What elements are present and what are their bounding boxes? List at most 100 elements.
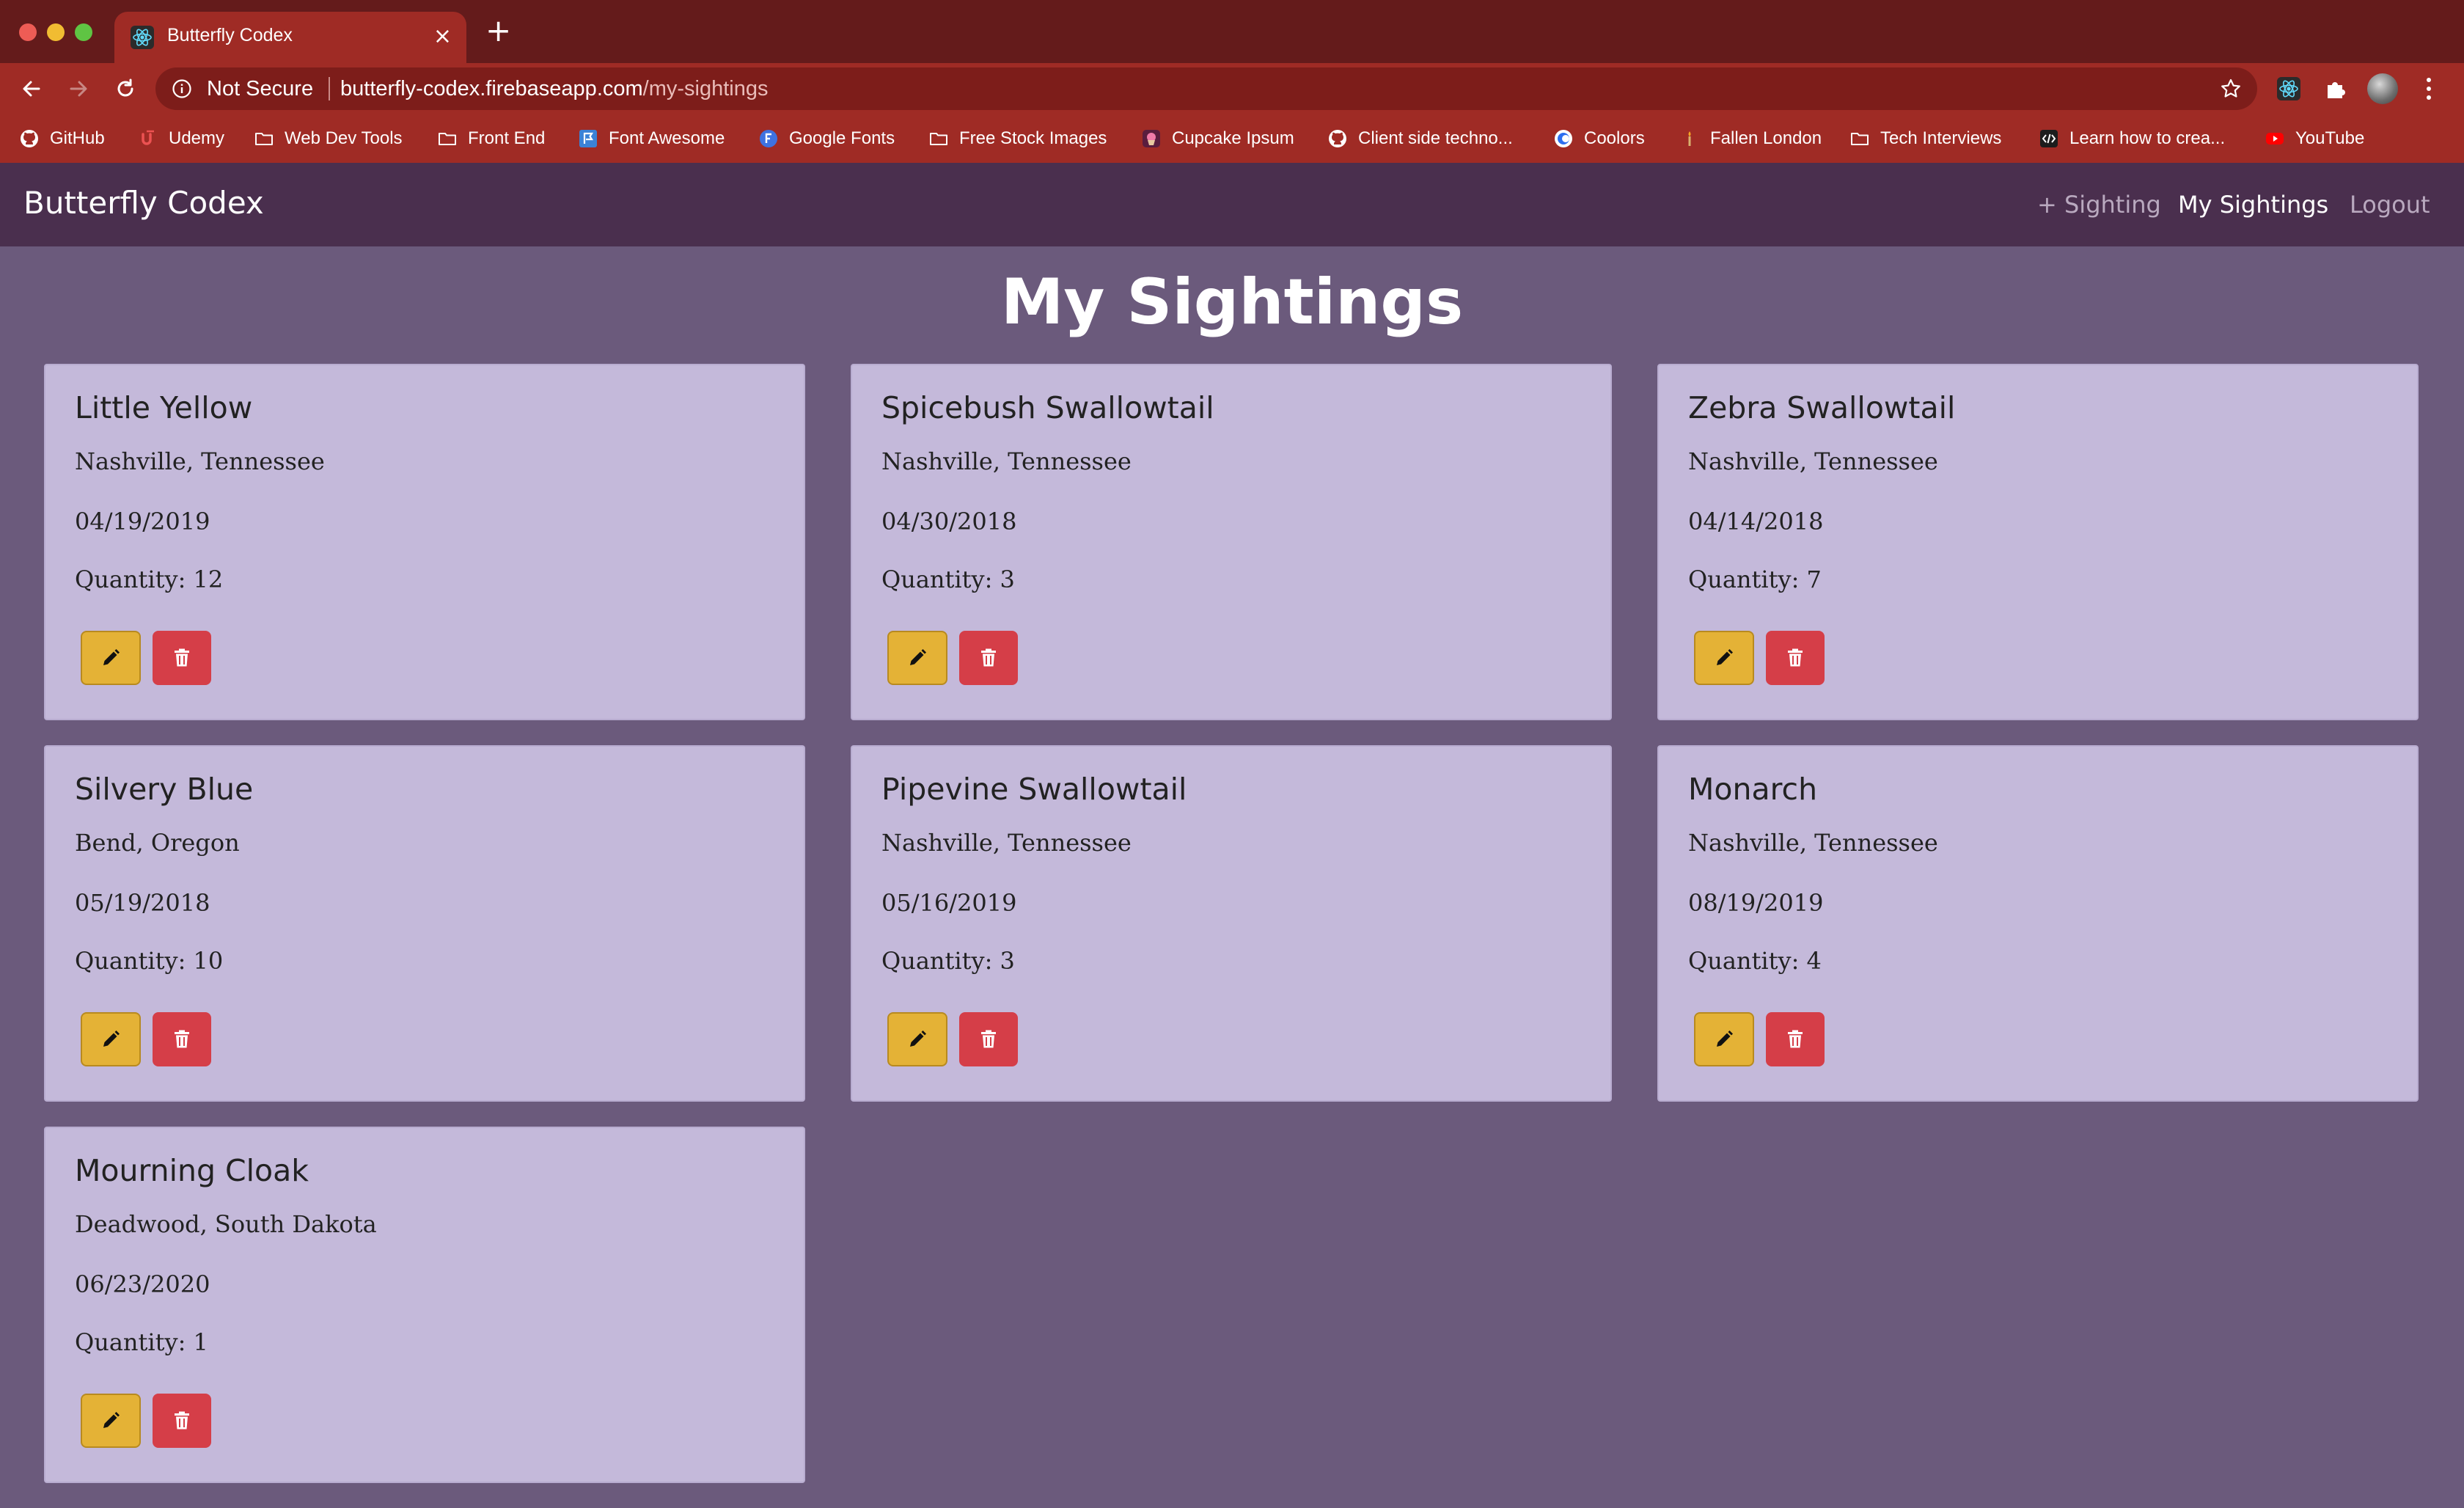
cupcake-icon: [1141, 128, 1162, 149]
app-navbar: Butterfly Codex + Sighting My Sightings …: [0, 163, 2464, 246]
sighting-name: Little Yellow: [75, 390, 253, 425]
trash-icon: [1788, 1030, 1803, 1048]
trash-icon: [981, 648, 996, 667]
my-sightings-link[interactable]: My Sightings: [2178, 191, 2328, 219]
delete-sighting-button[interactable]: [1766, 631, 1825, 685]
bookmark-label: Cupcake Ipsum: [1172, 128, 1294, 148]
profile-avatar[interactable]: [2367, 73, 2398, 104]
pencil-icon: [910, 1031, 926, 1047]
bookmark-udemy[interactable]: Udemy: [138, 125, 224, 153]
edit-sighting-button[interactable]: [81, 1012, 141, 1066]
browser-toolbar: Not Secure butterfly-codex.firebaseapp.c…: [0, 63, 2464, 114]
forward-arrow-icon[interactable]: [62, 72, 95, 106]
bookmark-learn-how-to-crea[interactable]: Learn how to crea...: [2039, 125, 2225, 153]
coolors-icon: [1553, 128, 1574, 149]
bookmark-label: Free Stock Images: [959, 128, 1107, 148]
bookmark-font-awesome[interactable]: Font Awesome: [578, 125, 725, 153]
pencil-icon: [103, 649, 120, 665]
bookmark-fallen-london[interactable]: Fallen London: [1679, 125, 1822, 153]
delete-sighting-button[interactable]: [1766, 1012, 1825, 1066]
sighting-location: Nashville, Tennessee: [881, 447, 1132, 475]
bookmark-label: Front End: [468, 128, 546, 148]
bookmark-label: Learn how to crea...: [2069, 128, 2226, 148]
bookmark-cupcake-ipsum[interactable]: Cupcake Ipsum: [1141, 125, 1294, 153]
sighting-name: Zebra Swallowtail: [1688, 390, 1956, 425]
bookmark-label: YouTube: [2295, 128, 2365, 148]
youtube-icon: [2265, 128, 2285, 149]
trash-icon: [175, 1411, 189, 1430]
sighting-card: Spicebush Swallowtail Nashville, Tenness…: [851, 364, 1612, 720]
sighting-location: Bend, Oregon: [75, 829, 240, 857]
address-bar[interactable]: Not Secure butterfly-codex.firebaseapp.c…: [155, 67, 2257, 110]
sighting-quantity: Quantity: 1: [75, 1328, 208, 1356]
logout-link[interactable]: Logout: [2350, 191, 2430, 219]
edit-sighting-button[interactable]: [1694, 631, 1754, 685]
brand-link[interactable]: Butterfly Codex: [23, 185, 264, 221]
more-menu-icon[interactable]: [2421, 73, 2436, 104]
puzzle-extensions-icon[interactable]: [2323, 76, 2348, 101]
react-devtools-extension-icon[interactable]: [2276, 76, 2301, 101]
edit-sighting-button[interactable]: [887, 1012, 947, 1066]
delete-sighting-button[interactable]: [153, 631, 211, 685]
edit-sighting-button[interactable]: [887, 631, 947, 685]
reload-icon[interactable]: [109, 72, 142, 106]
sighting-name: Mourning Cloak: [75, 1153, 309, 1188]
sighting-name: Silvery Blue: [75, 772, 254, 807]
minimize-window-button[interactable]: [47, 23, 65, 41]
delete-sighting-button[interactable]: [959, 631, 1018, 685]
sighting-date: 08/19/2019: [1688, 889, 1824, 917]
edit-sighting-button[interactable]: [1694, 1012, 1754, 1066]
sighting-name: Spicebush Swallowtail: [881, 390, 1214, 425]
bookmark-github[interactable]: GitHub: [19, 125, 105, 153]
bookmark-label: GitHub: [50, 128, 105, 148]
address-divider: [329, 77, 330, 100]
sighting-card: Zebra Swallowtail Nashville, Tennessee 0…: [1657, 364, 2419, 720]
edit-sighting-button[interactable]: [81, 631, 141, 685]
pencil-icon: [1717, 649, 1733, 665]
browser-tab-active[interactable]: Butterfly Codex ×: [114, 12, 466, 63]
url-text[interactable]: butterfly-codex.firebaseapp.com/my-sight…: [340, 77, 768, 101]
close-window-button[interactable]: [19, 23, 37, 41]
sighting-quantity: Quantity: 7: [1688, 566, 1822, 593]
delete-sighting-button[interactable]: [959, 1012, 1018, 1066]
sighting-location: Nashville, Tennessee: [881, 829, 1132, 857]
sighting-name: Pipevine Swallowtail: [881, 772, 1187, 807]
sighting-card: Mourning Cloak Deadwood, South Dakota 06…: [44, 1127, 805, 1483]
github-icon: [1327, 128, 1348, 149]
add-sighting-link[interactable]: + Sighting: [2037, 191, 2161, 219]
folder-icon: [254, 128, 274, 149]
bookmark-youtube[interactable]: YouTube: [2265, 125, 2364, 153]
bookmark-front-end[interactable]: Front End: [437, 125, 545, 153]
bookmark-client-side-techno[interactable]: Client side techno...: [1327, 125, 1513, 153]
sighting-date: 04/14/2018: [1688, 508, 1824, 535]
bookmark-google-fonts[interactable]: Google Fonts: [758, 125, 895, 153]
bookmark-web-dev-tools[interactable]: Web Dev Tools: [254, 125, 403, 153]
trash-icon: [1788, 648, 1803, 667]
bookmark-free-stock-images[interactable]: Free Stock Images: [928, 125, 1107, 153]
sighting-location: Nashville, Tennessee: [1688, 447, 1938, 475]
edit-sighting-button[interactable]: [81, 1394, 141, 1448]
sighting-card: Silvery Blue Bend, Oregon 05/19/2018 Qua…: [44, 745, 805, 1102]
info-icon[interactable]: [172, 78, 192, 99]
sighting-quantity: Quantity: 12: [75, 566, 224, 593]
sighting-date: 05/19/2018: [75, 889, 210, 917]
udemy-icon: [138, 128, 158, 149]
trash-icon: [981, 1030, 996, 1048]
delete-sighting-button[interactable]: [153, 1012, 211, 1066]
back-arrow-icon[interactable]: [15, 72, 48, 106]
sighting-quantity: Quantity: 4: [1688, 947, 1822, 975]
tab-close-icon[interactable]: ×: [433, 22, 452, 51]
maximize-window-button[interactable]: [75, 23, 92, 41]
security-status[interactable]: Not Secure: [207, 77, 313, 101]
bookmark-star-icon[interactable]: [2219, 77, 2243, 100]
sighting-location: Deadwood, South Dakota: [75, 1210, 377, 1238]
new-tab-button[interactable]: +: [485, 15, 511, 46]
bookmark-label: Web Dev Tools: [285, 128, 403, 148]
bookmark-label: Client side techno...: [1358, 128, 1513, 148]
bookmark-tech-interviews[interactable]: Tech Interviews: [1849, 125, 2001, 153]
delete-sighting-button[interactable]: [153, 1394, 211, 1448]
bookmark-label: Udemy: [169, 128, 225, 148]
bookmark-coolors[interactable]: Coolors: [1553, 125, 1645, 153]
sighting-card: Monarch Nashville, Tennessee 08/19/2019 …: [1657, 745, 2419, 1102]
code-icon: [2039, 128, 2059, 149]
